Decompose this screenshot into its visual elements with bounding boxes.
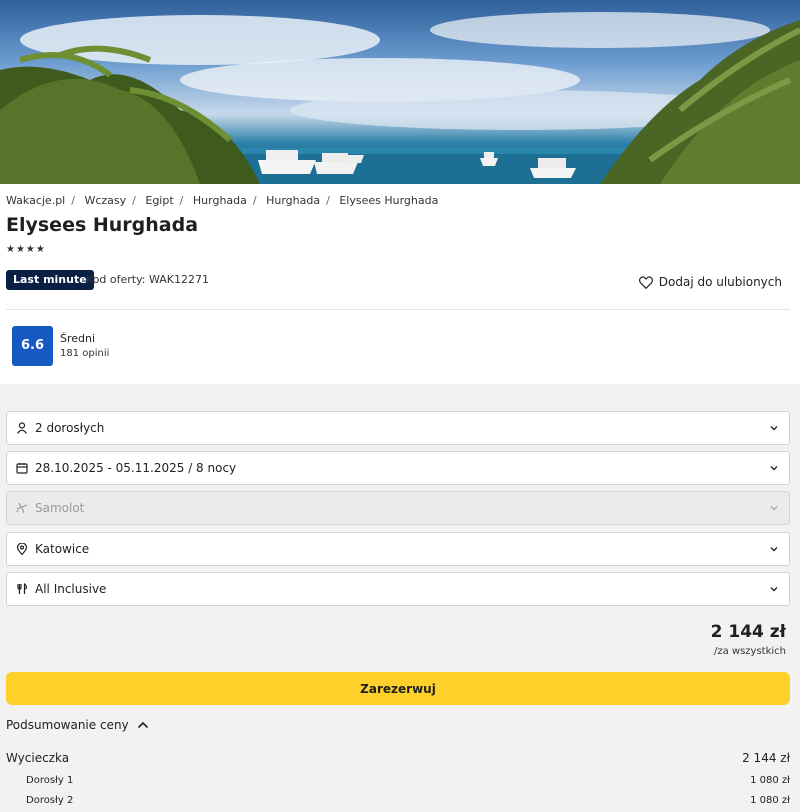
person-icon xyxy=(15,421,29,435)
hotel-header: Wakacje.pl / Wczasy / Egipt / Hurghada / Hur… xyxy=(0,184,800,384)
price-per-label: /za wszystkich xyxy=(713,646,786,657)
rating-label: Średni xyxy=(60,332,96,345)
price-item-label: Dorosły 1 xyxy=(26,775,74,786)
breadcrumb-item-current: Elysees Hurghada xyxy=(339,194,439,207)
booking-form: 2 dorosłych 28.10.2025 - 05.11.2025 / 8 … xyxy=(0,384,800,812)
board-value: All Inclusive xyxy=(35,582,107,596)
chevron-down-icon xyxy=(770,426,778,431)
transport-select: Samolot xyxy=(6,491,790,525)
chevron-down-icon xyxy=(770,587,778,592)
rating-score: 6.6 xyxy=(12,326,53,366)
dates-select[interactable]: 28.10.2025 - 05.11.2025 / 8 nocy xyxy=(6,451,790,485)
dates-value: 28.10.2025 - 05.11.2025 / 8 nocy xyxy=(35,461,237,475)
chevron-up-icon xyxy=(137,721,148,729)
departure-select[interactable]: Katowice xyxy=(6,532,790,566)
guests-value: 2 dorosłych xyxy=(35,421,105,435)
hero-photo xyxy=(0,12,800,184)
breadcrumb-item[interactable]: Hurghada xyxy=(193,194,247,207)
breadcrumb-item[interactable]: Wakacje.pl xyxy=(6,194,65,207)
page-title: Elysees Hurghada xyxy=(6,214,199,236)
chevron-down-icon xyxy=(770,466,778,471)
price-item-value: 1 080 zł xyxy=(750,775,790,786)
breadcrumb-item[interactable]: Hurghada xyxy=(266,194,320,207)
price-item-label: Dorosły 2 xyxy=(26,795,74,806)
last-minute-badge: Last minute xyxy=(6,270,94,290)
chevron-down-icon xyxy=(770,506,778,511)
rating-count[interactable]: 181 opinii xyxy=(60,348,109,359)
board-select[interactable]: All Inclusive xyxy=(6,572,790,606)
trip-value: 2 144 zł xyxy=(742,751,790,765)
breadcrumb-item[interactable]: Egipt xyxy=(145,194,173,207)
hero-image xyxy=(0,0,800,184)
book-button[interactable]: Zarezerwuj xyxy=(6,672,790,705)
location-pin-icon xyxy=(15,542,29,556)
breadcrumb: Wakacje.pl / Wczasy / Egipt / Hurghada / Hur… xyxy=(6,194,439,207)
total-price: 2 144 zł xyxy=(710,622,786,642)
plane-icon xyxy=(15,501,29,515)
hotel-stars: ★★★★ xyxy=(6,244,46,255)
heart-icon xyxy=(638,275,653,289)
cutlery-icon xyxy=(15,582,29,596)
price-summary-toggle[interactable]: Podsumowanie ceny xyxy=(6,718,149,732)
favorites-label: Dodaj do ulubionych xyxy=(658,275,782,289)
departure-value: Katowice xyxy=(35,542,90,556)
offer-code: Kod oferty: WAK12271 xyxy=(86,273,209,286)
guests-select[interactable]: 2 dorosłych xyxy=(6,411,790,445)
transport-value: Samolot xyxy=(35,501,85,515)
add-to-favorites-button[interactable]: Dodaj do ulubionych xyxy=(638,275,782,289)
trip-label: Wycieczka xyxy=(6,751,70,765)
chevron-down-icon xyxy=(770,547,778,552)
breadcrumb-item[interactable]: Wczasy xyxy=(84,194,126,207)
price-summary-label: Podsumowanie ceny xyxy=(6,718,129,732)
price-item-value: 1 080 zł xyxy=(750,795,790,806)
divider xyxy=(6,309,790,310)
calendar-icon xyxy=(15,461,29,475)
